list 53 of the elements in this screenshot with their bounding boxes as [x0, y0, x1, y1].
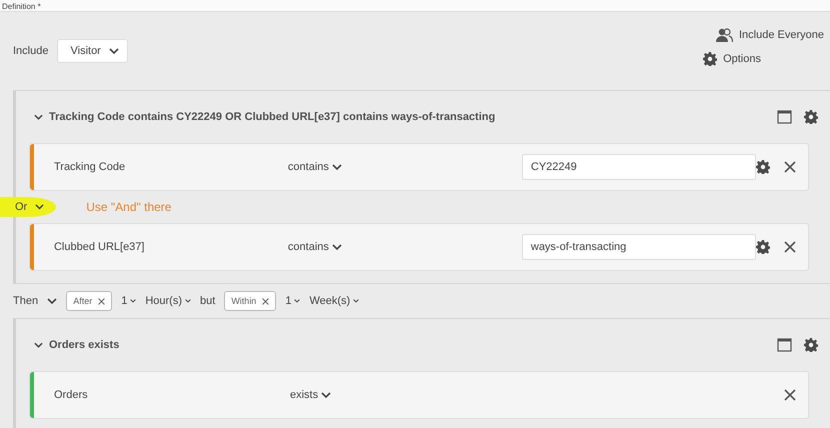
- settings-icon[interactable]: [703, 52, 718, 66]
- drag-handle[interactable]: [30, 144, 34, 190]
- value-field[interactable]: ways-of-transacting: [522, 234, 756, 260]
- logic-operator-dropdown[interactable]: Or: [0, 197, 56, 217]
- operator-dropdown[interactable]: contains: [288, 241, 522, 253]
- chevron-down-icon: [332, 244, 342, 250]
- people-icon: [716, 28, 733, 42]
- chevron-down-icon: [332, 164, 342, 170]
- within-tag[interactable]: Within: [224, 291, 276, 311]
- unit-dropdown[interactable]: Hour(s): [145, 295, 192, 307]
- dimension-label: Clubbed URL[e37]: [52, 241, 146, 253]
- settings-icon[interactable]: [804, 110, 818, 124]
- value-field[interactable]: CY22249: [522, 154, 756, 180]
- drag-handle[interactable]: [30, 224, 34, 270]
- but-label: but: [200, 295, 216, 307]
- close-icon[interactable]: [262, 298, 270, 304]
- settings-icon[interactable]: [756, 160, 770, 174]
- close-icon[interactable]: [784, 161, 796, 173]
- chevron-down-icon[interactable]: [34, 342, 43, 348]
- chevron-down-icon: [35, 204, 44, 210]
- operator-dropdown[interactable]: contains: [288, 161, 522, 173]
- chevron-down-icon: [294, 299, 300, 303]
- settings-icon[interactable]: [804, 338, 818, 352]
- page-title: Definition *: [2, 2, 41, 12]
- options-button[interactable]: Options: [703, 52, 761, 66]
- close-icon[interactable]: [784, 389, 796, 401]
- dimension-label: Orders: [53, 389, 89, 401]
- close-icon[interactable]: [784, 241, 796, 253]
- chevron-down-icon: [353, 299, 360, 303]
- annotation-text: Use "And" there: [86, 200, 172, 214]
- chevron-down-icon: [47, 298, 58, 304]
- chevron-down-icon[interactable]: [34, 114, 43, 120]
- after-tag[interactable]: After: [66, 291, 112, 311]
- chevron-down-icon: [130, 299, 136, 303]
- include-dropdown[interactable]: Visitor: [57, 39, 128, 63]
- drag-handle[interactable]: [30, 372, 34, 418]
- close-icon[interactable]: [98, 298, 106, 304]
- chevron-down-icon: [108, 48, 119, 54]
- settings-icon[interactable]: [756, 240, 770, 254]
- window-icon[interactable]: [777, 338, 792, 352]
- chevron-down-icon: [185, 299, 192, 303]
- container-title: Tracking Code contains CY22249 OR Clubbed URL[e37] contains ways-of-transacting: [49, 111, 496, 123]
- count-dropdown[interactable]: 1: [285, 295, 300, 307]
- count-dropdown[interactable]: 1: [121, 295, 136, 307]
- include-everyone-button[interactable]: Include Everyone: [716, 28, 824, 42]
- window-icon[interactable]: [777, 110, 792, 124]
- unit-dropdown[interactable]: Week(s): [309, 295, 360, 307]
- container-title: Orders exists: [49, 339, 120, 351]
- operator-dropdown[interactable]: exists: [290, 389, 526, 401]
- include-label: Include: [13, 45, 48, 57]
- dimension-label: Tracking Code: [52, 161, 126, 173]
- chevron-down-icon: [321, 392, 332, 398]
- sequence-dropdown[interactable]: Then: [13, 295, 58, 307]
